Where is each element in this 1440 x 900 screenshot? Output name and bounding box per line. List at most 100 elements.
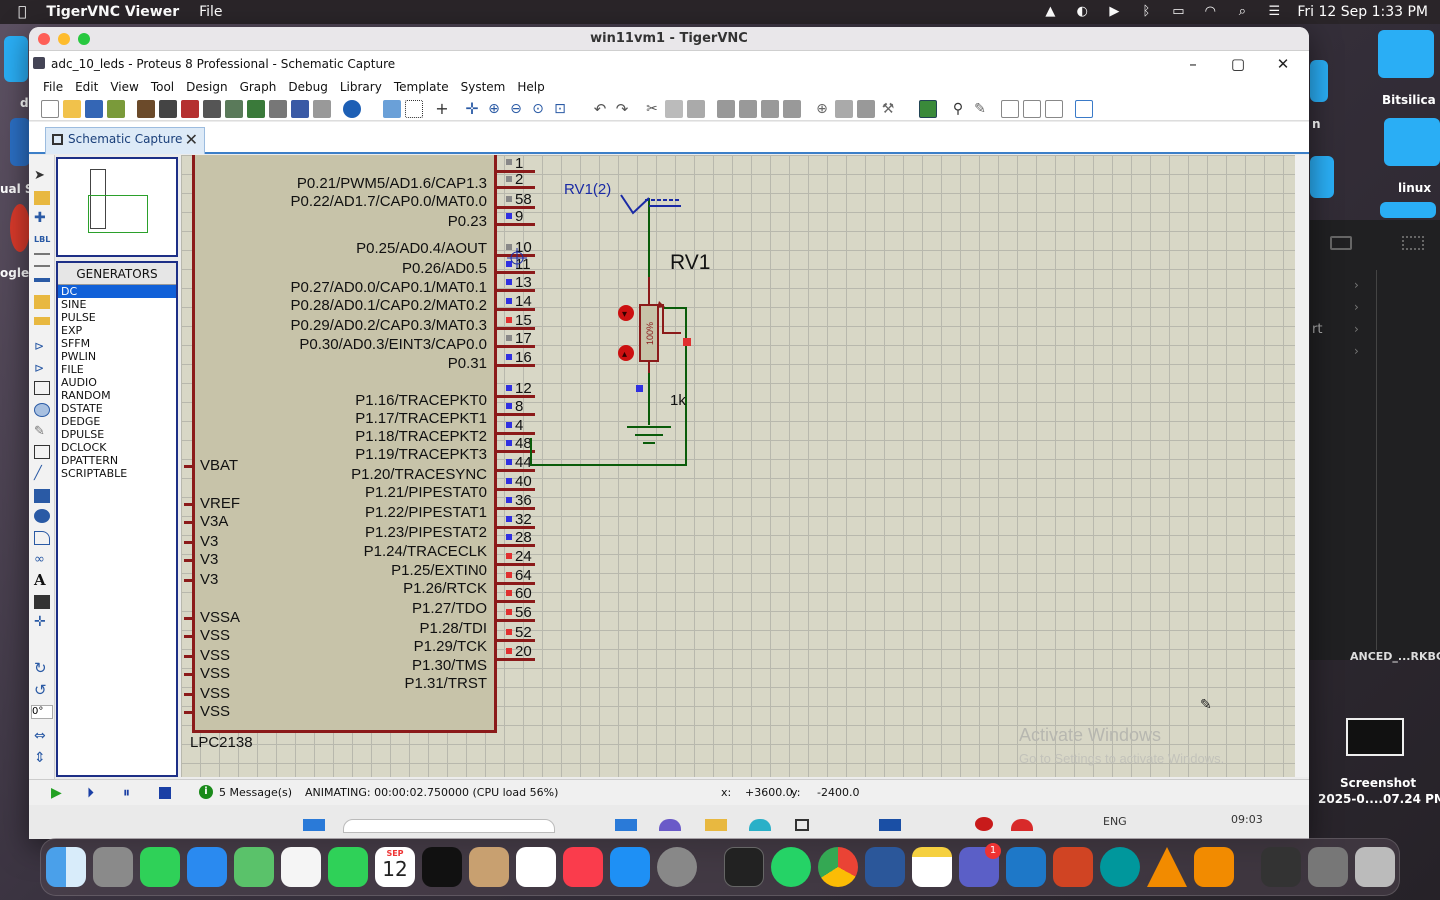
- list-item[interactable]: DPATTERN: [58, 454, 176, 467]
- appstore-icon[interactable]: [610, 847, 650, 887]
- apple-icon[interactable]: : [0, 4, 36, 20]
- stop-button[interactable]: [159, 787, 171, 799]
- schematic-canvas[interactable]: P0.21/PWM5/AD1.6/CAP1.3 2 P0.22/AD1.7/CAP0…: [181, 155, 1295, 777]
- maps-icon[interactable]: [234, 847, 274, 887]
- reminders-icon[interactable]: [516, 847, 556, 887]
- mac-menu-file[interactable]: File: [189, 4, 232, 20]
- chrome-icon[interactable]: [818, 847, 858, 887]
- import-icon[interactable]: [107, 100, 125, 118]
- play-button[interactable]: ▶: [51, 785, 62, 801]
- bitsilica-folder-icon[interactable]: [1378, 30, 1434, 78]
- wifi-icon[interactable]: ◠: [1201, 5, 1219, 19]
- vlc-icon[interactable]: [1147, 847, 1187, 887]
- windows-start-icon[interactable]: [303, 819, 325, 831]
- taskbar-app-icon[interactable]: [975, 817, 993, 831]
- photos-icon[interactable]: [281, 847, 321, 887]
- vscode-app-icon[interactable]: [10, 118, 30, 166]
- pin-mode-icon[interactable]: ⊳: [34, 339, 50, 353]
- list-item[interactable]: PULSE: [58, 311, 176, 324]
- text-tool-icon[interactable]: A: [34, 573, 50, 588]
- graph-mode-icon[interactable]: ⊳: [34, 361, 50, 375]
- menu-file[interactable]: File: [37, 80, 69, 94]
- screenshot-thumbnail[interactable]: [1346, 718, 1404, 756]
- trash-icon[interactable]: [1355, 847, 1395, 887]
- source-icon[interactable]: [269, 100, 287, 118]
- play-icon[interactable]: ▶: [1105, 5, 1123, 19]
- bluetooth-icon[interactable]: ᛒ: [1137, 5, 1155, 19]
- menu-edit[interactable]: Edit: [69, 80, 104, 94]
- taskbar-app-icon[interactable]: [1011, 819, 1033, 831]
- menu-debug[interactable]: Debug: [282, 80, 333, 94]
- remove-sheet-icon[interactable]: [1023, 100, 1041, 118]
- list-item[interactable]: SFFM: [58, 337, 176, 350]
- battery-icon[interactable]: ▭: [1169, 5, 1187, 19]
- contacts-icon[interactable]: [469, 847, 509, 887]
- menu-system[interactable]: System: [455, 80, 512, 94]
- block-rotate-icon[interactable]: [761, 100, 779, 118]
- new-icon[interactable]: [41, 100, 59, 118]
- step-button[interactable]: ⏵: [87, 785, 94, 801]
- language-indicator[interactable]: ENG: [1103, 815, 1127, 828]
- path-tool-icon[interactable]: ∞: [34, 553, 50, 567]
- open-icon[interactable]: [63, 100, 81, 118]
- whatsapp-icon[interactable]: [771, 847, 811, 887]
- help-icon[interactable]: [343, 100, 361, 118]
- taskbar-app-icon[interactable]: [879, 819, 901, 831]
- marker-tool-icon[interactable]: ✛: [34, 615, 50, 629]
- grid-icon[interactable]: [1402, 236, 1424, 250]
- rotation-field[interactable]: 0°: [31, 705, 53, 719]
- wire-label-mode-icon[interactable]: LBL: [34, 233, 50, 247]
- vlc-icon[interactable]: ▲: [1041, 5, 1059, 19]
- finder-icon[interactable]: [46, 847, 86, 887]
- list-item[interactable]: SINE: [58, 298, 176, 311]
- taskbar-clock[interactable]: 09:03: [1231, 813, 1263, 826]
- search-icon[interactable]: ⌕: [1233, 5, 1251, 19]
- list-item[interactable]: DPULSE: [58, 428, 176, 441]
- recent-photo-icon[interactable]: [1308, 847, 1348, 887]
- list-item[interactable]: AUDIO: [58, 376, 176, 389]
- redo-icon[interactable]: ↷: [613, 100, 631, 118]
- taskbar-app-icon[interactable]: [749, 819, 771, 831]
- message-count[interactable]: 5 Message(s): [219, 786, 292, 799]
- tab-schematic-capture[interactable]: Schematic Capture ✕: [45, 127, 205, 154]
- rotate-cw-icon[interactable]: ↻: [34, 661, 50, 676]
- mail-icon[interactable]: [187, 847, 227, 887]
- schematic-icon[interactable]: [159, 100, 177, 118]
- right-folder-icon-2[interactable]: [1310, 156, 1334, 198]
- search-tagged-icon[interactable]: ⚲: [949, 100, 967, 118]
- terminals-mode-icon[interactable]: [34, 317, 50, 325]
- chevron-right-icon[interactable]: ›: [1354, 322, 1359, 336]
- zoom-in-icon[interactable]: ⊕: [485, 100, 503, 118]
- close-window-button[interactable]: ✕: [1263, 53, 1303, 75]
- status-icon[interactable]: ◐: [1073, 5, 1091, 19]
- list-item[interactable]: RANDOM: [58, 389, 176, 402]
- system-settings-icon[interactable]: [657, 847, 697, 887]
- notes-icon[interactable]: [313, 100, 331, 118]
- pick-device-icon[interactable]: ⊕: [813, 100, 831, 118]
- block-delete-icon[interactable]: [783, 100, 801, 118]
- terminal-icon[interactable]: [724, 847, 764, 887]
- subcircuit-mode-icon[interactable]: [34, 295, 50, 309]
- calendar-icon[interactable]: SEP 12: [375, 847, 415, 887]
- vsm-icon[interactable]: [291, 100, 309, 118]
- taskbar-app-icon[interactable]: [705, 819, 727, 831]
- pcb-icon[interactable]: [181, 100, 199, 118]
- facetime-icon[interactable]: [328, 847, 368, 887]
- copy-icon[interactable]: [665, 100, 683, 118]
- taskbar-app-icon[interactable]: [659, 819, 681, 831]
- linux-folder-icon[interactable]: [1384, 118, 1440, 166]
- appletv-icon[interactable]: [422, 847, 462, 887]
- line-tool-icon[interactable]: ╱: [34, 467, 50, 481]
- minimize-window-button[interactable]: –: [1173, 53, 1213, 75]
- recent-app-icon[interactable]: [1261, 847, 1301, 887]
- packaging-icon[interactable]: [857, 100, 875, 118]
- overview-viewport[interactable]: [88, 195, 148, 233]
- word-icon[interactable]: [865, 847, 905, 887]
- pan-icon[interactable]: ✛: [463, 100, 481, 118]
- menu-help[interactable]: Help: [511, 80, 550, 94]
- probe-terminal[interactable]: [620, 194, 681, 215]
- messages-icon[interactable]: [140, 847, 180, 887]
- arduino-icon[interactable]: [1100, 847, 1140, 887]
- voltage-probe-icon[interactable]: ✎: [34, 425, 50, 439]
- vscode-icon[interactable]: [1006, 847, 1046, 887]
